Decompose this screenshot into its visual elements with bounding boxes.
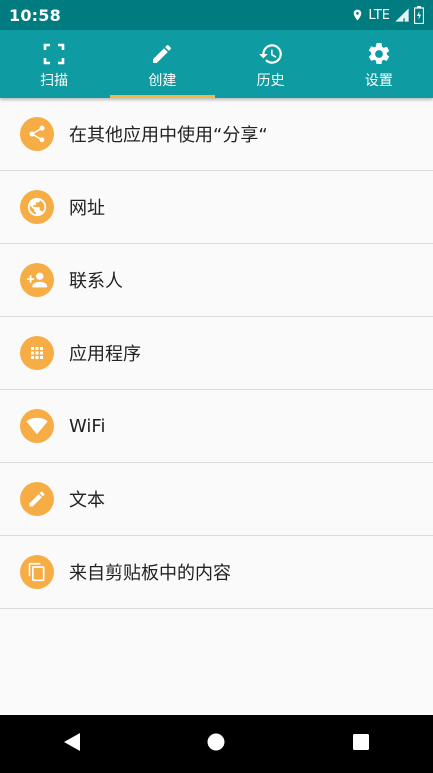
list-item-label: 文本	[69, 490, 105, 511]
status-bar: 10:58 LTE	[0, 0, 433, 30]
apps-grid-icon	[20, 336, 54, 370]
list-item-label: 在其他应用中使用“分享“	[69, 125, 268, 146]
home-button[interactable]	[186, 715, 246, 773]
add-contact-icon	[20, 263, 54, 297]
create-options-list: 在其他应用中使用“分享“ 网址 联系人 应用程序 WiFi 文本 来自剪贴板中的…	[0, 98, 433, 715]
wifi-icon	[20, 409, 54, 443]
back-button[interactable]	[42, 715, 102, 773]
signal-icon	[394, 7, 410, 23]
share-icon	[20, 117, 54, 151]
status-icons: LTE	[351, 6, 424, 24]
list-item-label: 联系人	[69, 271, 123, 292]
list-item-label: 网址	[69, 198, 105, 219]
recents-icon	[352, 733, 370, 755]
tab-settings[interactable]: 设置	[325, 30, 433, 98]
tab-label: 设置	[364, 73, 393, 89]
globe-icon	[20, 190, 54, 224]
pencil-icon	[20, 482, 54, 516]
tab-bar: 扫描 创建 历史 设置	[0, 30, 433, 98]
active-tab-indicator	[110, 95, 215, 98]
gear-icon	[366, 41, 392, 67]
list-item-label: WiFi	[69, 415, 106, 437]
tab-scan[interactable]: 扫描	[0, 30, 108, 98]
back-icon	[62, 732, 82, 756]
list-item-label: 来自剪贴板中的内容	[69, 563, 231, 584]
battery-icon	[414, 6, 424, 24]
tab-label: 扫描	[40, 73, 69, 89]
list-item-text[interactable]: 文本	[0, 463, 433, 536]
status-time: 10:58	[9, 5, 61, 25]
home-icon	[206, 732, 226, 756]
list-item-share[interactable]: 在其他应用中使用“分享“	[0, 98, 433, 171]
tab-label: 创建	[148, 73, 177, 89]
recents-button[interactable]	[331, 715, 391, 773]
location-icon	[351, 7, 364, 23]
history-icon	[258, 41, 284, 67]
clipboard-copy-icon	[20, 555, 54, 589]
scan-icon	[42, 41, 66, 67]
tab-label: 历史	[256, 73, 285, 89]
list-item-wifi[interactable]: WiFi	[0, 390, 433, 463]
navigation-bar	[0, 715, 433, 773]
list-item-label: 应用程序	[69, 344, 141, 365]
tab-create[interactable]: 创建	[108, 30, 216, 98]
network-type: LTE	[368, 7, 390, 23]
list-item-apps[interactable]: 应用程序	[0, 317, 433, 390]
list-item-clipboard[interactable]: 来自剪贴板中的内容	[0, 536, 433, 609]
tab-history[interactable]: 历史	[217, 30, 325, 98]
pencil-icon	[150, 41, 174, 67]
list-item-contact[interactable]: 联系人	[0, 244, 433, 317]
list-item-url[interactable]: 网址	[0, 171, 433, 244]
